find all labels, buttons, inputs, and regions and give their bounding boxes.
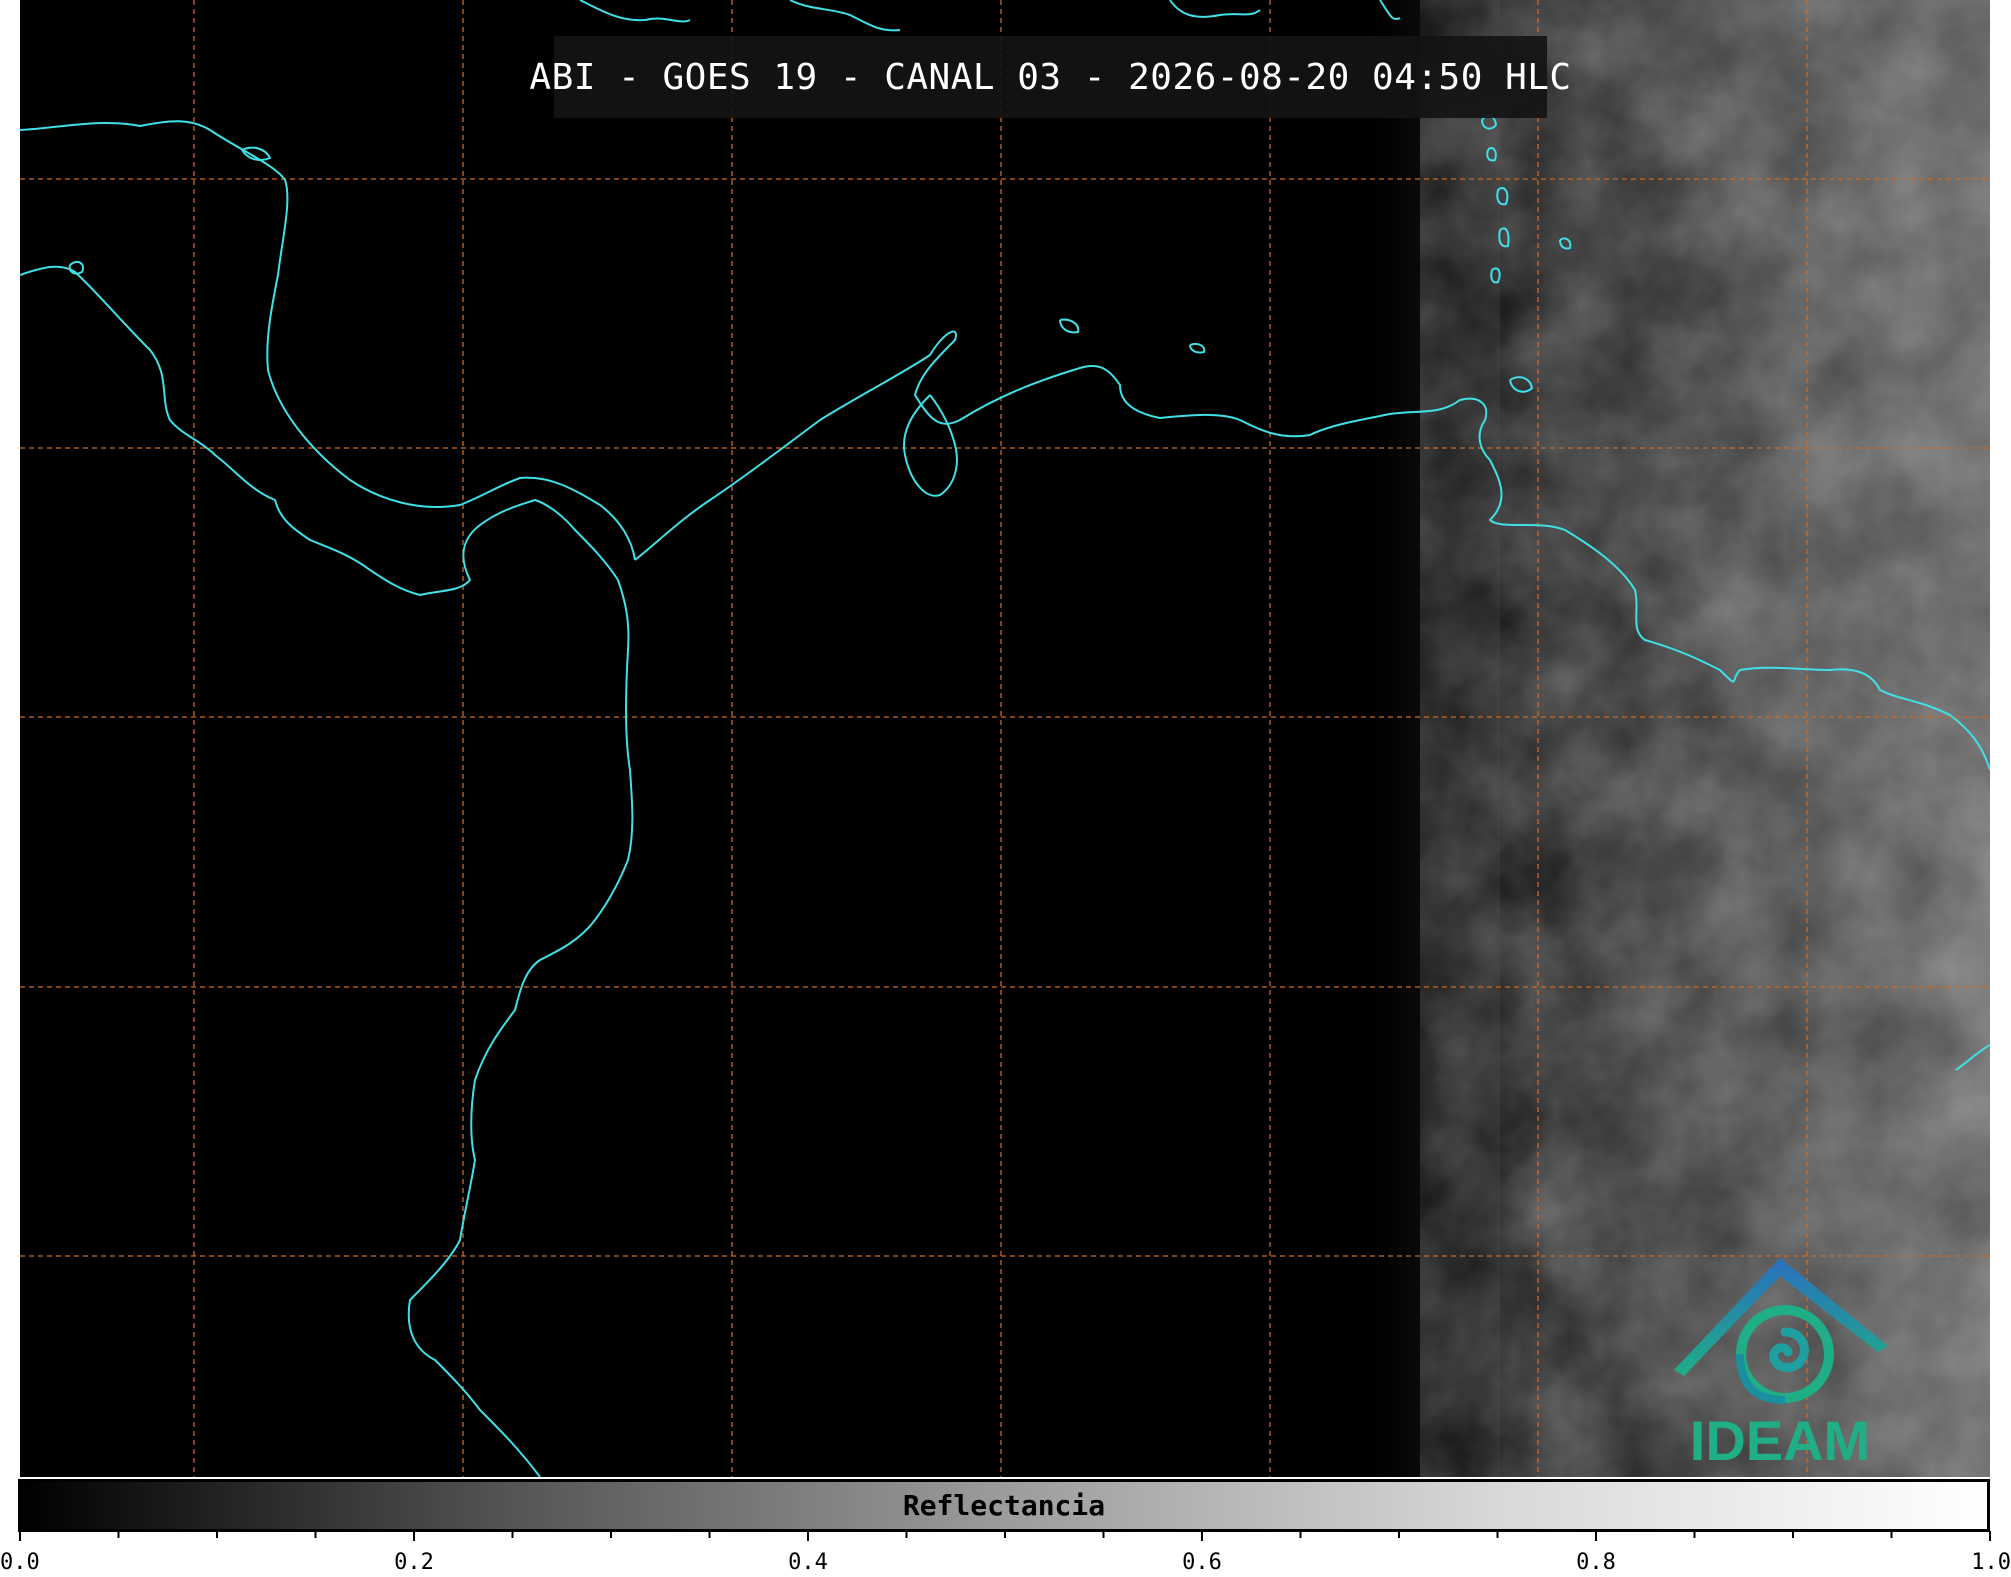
colorbar-ticks: 0.0 0.2 0.4 0.6 0.8 1.0	[0, 1531, 2011, 1575]
map-title: ABI - GOES 19 - CANAL 03 - 2026-08-20 04…	[529, 56, 1572, 98]
ideam-emblem-icon	[1674, 1258, 1888, 1404]
colorbar-tick-label: 0.4	[788, 1550, 828, 1575]
colorbar-tick-label: 0.8	[1576, 1550, 1616, 1575]
colorbar-tick-label: 0.0	[0, 1550, 40, 1575]
title-box: ABI - GOES 19 - CANAL 03 - 2026-08-20 04…	[529, 36, 1571, 118]
ideam-logo-text: IDEAM	[1689, 1409, 1871, 1472]
colorbar-tick-label: 0.2	[394, 1550, 434, 1575]
colorbar: Reflectancia	[18, 1479, 1990, 1532]
satellite-map: ABI - GOES 19 - CANAL 03 - 2026-08-20 04…	[20, 0, 1990, 1477]
ideam-logo: IDEAM	[1660, 1250, 1900, 1472]
colorbar-label: Reflectancia	[902, 1489, 1106, 1522]
colorbar-tick-label: 1.0	[1971, 1550, 2011, 1575]
colorbar-tick-label: 0.6	[1182, 1550, 1222, 1575]
